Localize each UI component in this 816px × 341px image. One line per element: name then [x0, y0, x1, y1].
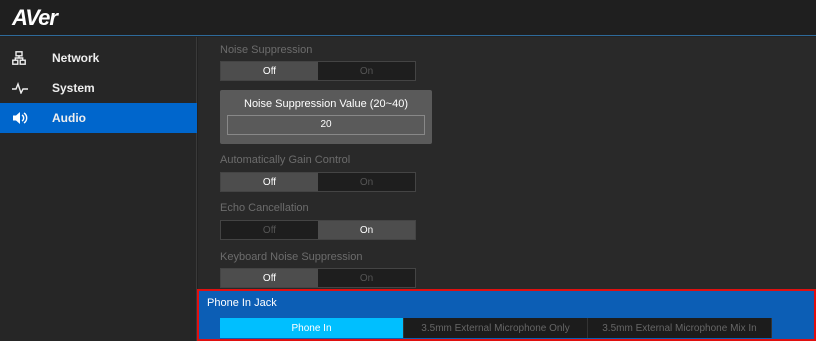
sidebar: Network System Audio — [0, 37, 197, 341]
agc-label: Automatically Gain Control — [220, 154, 351, 166]
agc-toggle: Off On — [220, 172, 416, 192]
noise-suppression-on-option[interactable]: On — [318, 62, 415, 80]
sidebar-item-label: Network — [52, 51, 100, 65]
sidebar-item-network[interactable]: Network — [0, 43, 197, 73]
speaker-icon — [12, 111, 42, 125]
echo-cancellation-off-option[interactable]: Off — [221, 221, 318, 239]
sidebar-item-audio[interactable]: Audio — [0, 103, 197, 133]
keyboard-noise-label: Keyboard Noise Suppression — [220, 251, 363, 263]
agc-on-option[interactable]: On — [318, 173, 415, 191]
echo-cancellation-toggle: Off On — [220, 220, 416, 240]
keyboard-noise-on-option[interactable]: On — [318, 269, 415, 287]
phone-in-jack-selector: Phone In 3.5mm External Microphone Only … — [220, 318, 772, 338]
echo-cancellation-label: Echo Cancellation — [220, 202, 309, 214]
phone-in-option[interactable]: Phone In — [220, 318, 404, 338]
sidebar-item-label: Audio — [52, 111, 86, 125]
noise-suppression-value-panel: Noise Suppression Value (20~40) 20 — [220, 90, 432, 144]
external-mic-mix-in-option[interactable]: 3.5mm External Microphone Mix In — [588, 318, 772, 338]
aver-logo: AVer — [12, 5, 58, 30]
agc-off-option[interactable]: Off — [221, 173, 318, 191]
external-mic-only-option[interactable]: 3.5mm External Microphone Only — [404, 318, 588, 338]
sidebar-item-label: System — [52, 81, 95, 95]
noise-suppression-off-option[interactable]: Off — [221, 62, 318, 80]
keyboard-noise-off-option[interactable]: Off — [221, 269, 318, 287]
noise-suppression-value-label: Noise Suppression Value (20~40) — [244, 98, 408, 110]
network-icon — [12, 51, 42, 65]
pulse-icon — [12, 82, 42, 94]
noise-suppression-label: Noise Suppression — [220, 44, 313, 56]
phone-in-jack-label: Phone In Jack — [207, 297, 277, 309]
sidebar-item-system[interactable]: System — [0, 73, 197, 103]
keyboard-noise-toggle: Off On — [220, 268, 416, 288]
top-bar: AVer — [0, 0, 816, 36]
noise-suppression-toggle: Off On — [220, 61, 416, 81]
echo-cancellation-on-option[interactable]: On — [318, 221, 415, 239]
phone-in-jack-panel: Phone In Jack Phone In 3.5mm External Mi… — [197, 289, 816, 341]
noise-suppression-value-input[interactable]: 20 — [227, 115, 425, 135]
